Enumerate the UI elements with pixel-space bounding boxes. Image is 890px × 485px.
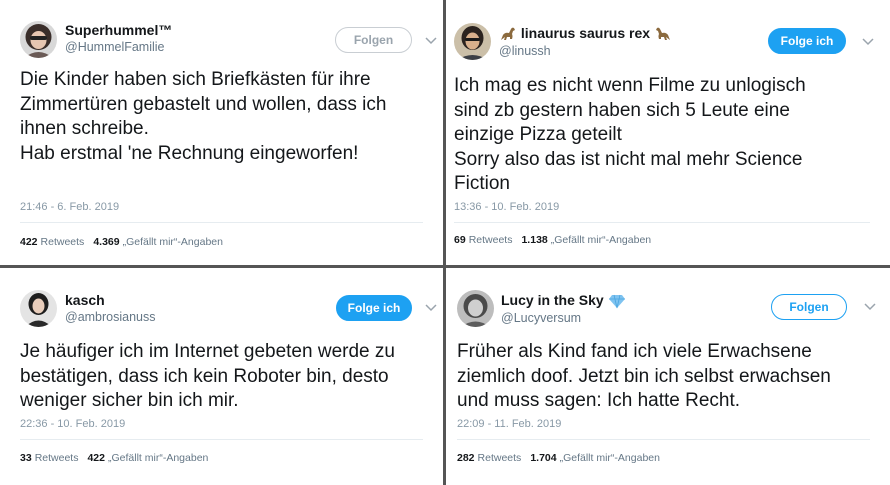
separator [20,222,423,223]
retweet-count[interactable]: 33 [20,452,32,464]
follow-button[interactable]: Folgen [335,27,412,53]
retweets-label[interactable]: Retweets [41,236,85,248]
dinosaur-icon [501,27,515,41]
tweet-timestamp[interactable]: 21:46 - 6. Feb. 2019 [20,201,119,213]
tweet-card: kasch @ambrosianuss Folge ich Je häufige… [0,268,443,485]
tweet-stats: 282 Retweets 1.704 „Gefällt mir“-Angaben [457,452,660,464]
dinosaur-icon [655,27,670,41]
chevron-down-icon[interactable] [425,37,437,45]
tweet-text: Die Kinder haben sich Briefkästen für ih… [20,69,387,164]
tweet-stats: 422 Retweets 4.369 „Gefällt mir“-Angaben [20,236,223,248]
chevron-down-icon[interactable] [425,304,437,312]
avatar[interactable] [454,23,491,60]
display-name-row: linaurus saurus rex [499,25,672,42]
tweet-text: Früher als Kind fand ich viele Erwachsen… [457,341,831,411]
retweets-label[interactable]: Retweets [469,234,513,246]
like-count[interactable]: 1.704 [530,452,556,464]
tweet-stats: 33 Retweets 422 „Gefällt mir“-Angaben [20,452,208,464]
user-handle[interactable]: @linussh [499,44,551,58]
tweet-stats: 69 Retweets 1.138 „Gefällt mir“-Angaben [454,234,651,246]
retweet-count[interactable]: 282 [457,452,475,464]
likes-label[interactable]: „Gefällt mir“-Angaben [560,452,660,464]
display-name[interactable]: linaurus saurus rex [521,25,650,41]
display-name[interactable]: kasch [65,292,105,308]
like-count[interactable]: 4.369 [93,236,119,248]
likes-label[interactable]: „Gefällt mir“-Angaben [123,236,223,248]
tweet-text: Je häufiger ich im Internet gebeten werd… [20,341,395,411]
chevron-down-icon[interactable] [862,38,874,46]
tweet-text: Ich mag es nicht wenn Filme zu unlogisch… [454,75,806,194]
tweet-timestamp[interactable]: 22:09 - 11. Feb. 2019 [457,418,561,430]
avatar[interactable] [457,290,494,327]
like-count[interactable]: 1.138 [521,234,547,246]
avatar[interactable] [20,290,57,327]
retweet-count[interactable]: 422 [20,236,38,248]
display-name[interactable]: Superhummel™ [65,22,172,38]
like-count[interactable]: 422 [87,452,105,464]
retweets-label[interactable]: Retweets [478,452,522,464]
user-handle[interactable]: @ambrosianuss [65,310,156,324]
tweet-timestamp[interactable]: 13:36 - 10. Feb. 2019 [454,201,559,213]
retweets-label[interactable]: Retweets [35,452,79,464]
tweet-timestamp[interactable]: 22:36 - 10. Feb. 2019 [20,418,125,430]
separator [457,439,870,440]
user-handle[interactable]: @HummelFamilie [65,40,165,54]
follow-button[interactable]: Folgen [771,294,847,320]
separator [20,439,423,440]
display-name[interactable]: Lucy in the Sky [501,292,604,308]
following-button[interactable]: Folge ich [336,295,412,321]
following-button[interactable]: Folge ich [768,28,846,54]
chevron-down-icon[interactable] [864,303,876,311]
display-name-row: Lucy in the Sky [501,292,626,309]
tweet-card: Lucy in the Sky @Lucyversum Folgen Frühe… [446,268,890,485]
likes-label[interactable]: „Gefällt mir“-Angaben [551,234,651,246]
tweet-card: Superhummel™ @HummelFamilie Folgen Die K… [0,0,443,265]
separator [454,222,870,223]
avatar[interactable] [20,21,57,58]
retweet-count[interactable]: 69 [454,234,466,246]
user-handle[interactable]: @Lucyversum [501,311,581,325]
likes-label[interactable]: „Gefällt mir“-Angaben [108,452,208,464]
tweet-card: linaurus saurus rex @linussh Folge ich I… [446,0,890,265]
diamond-icon [608,295,625,309]
